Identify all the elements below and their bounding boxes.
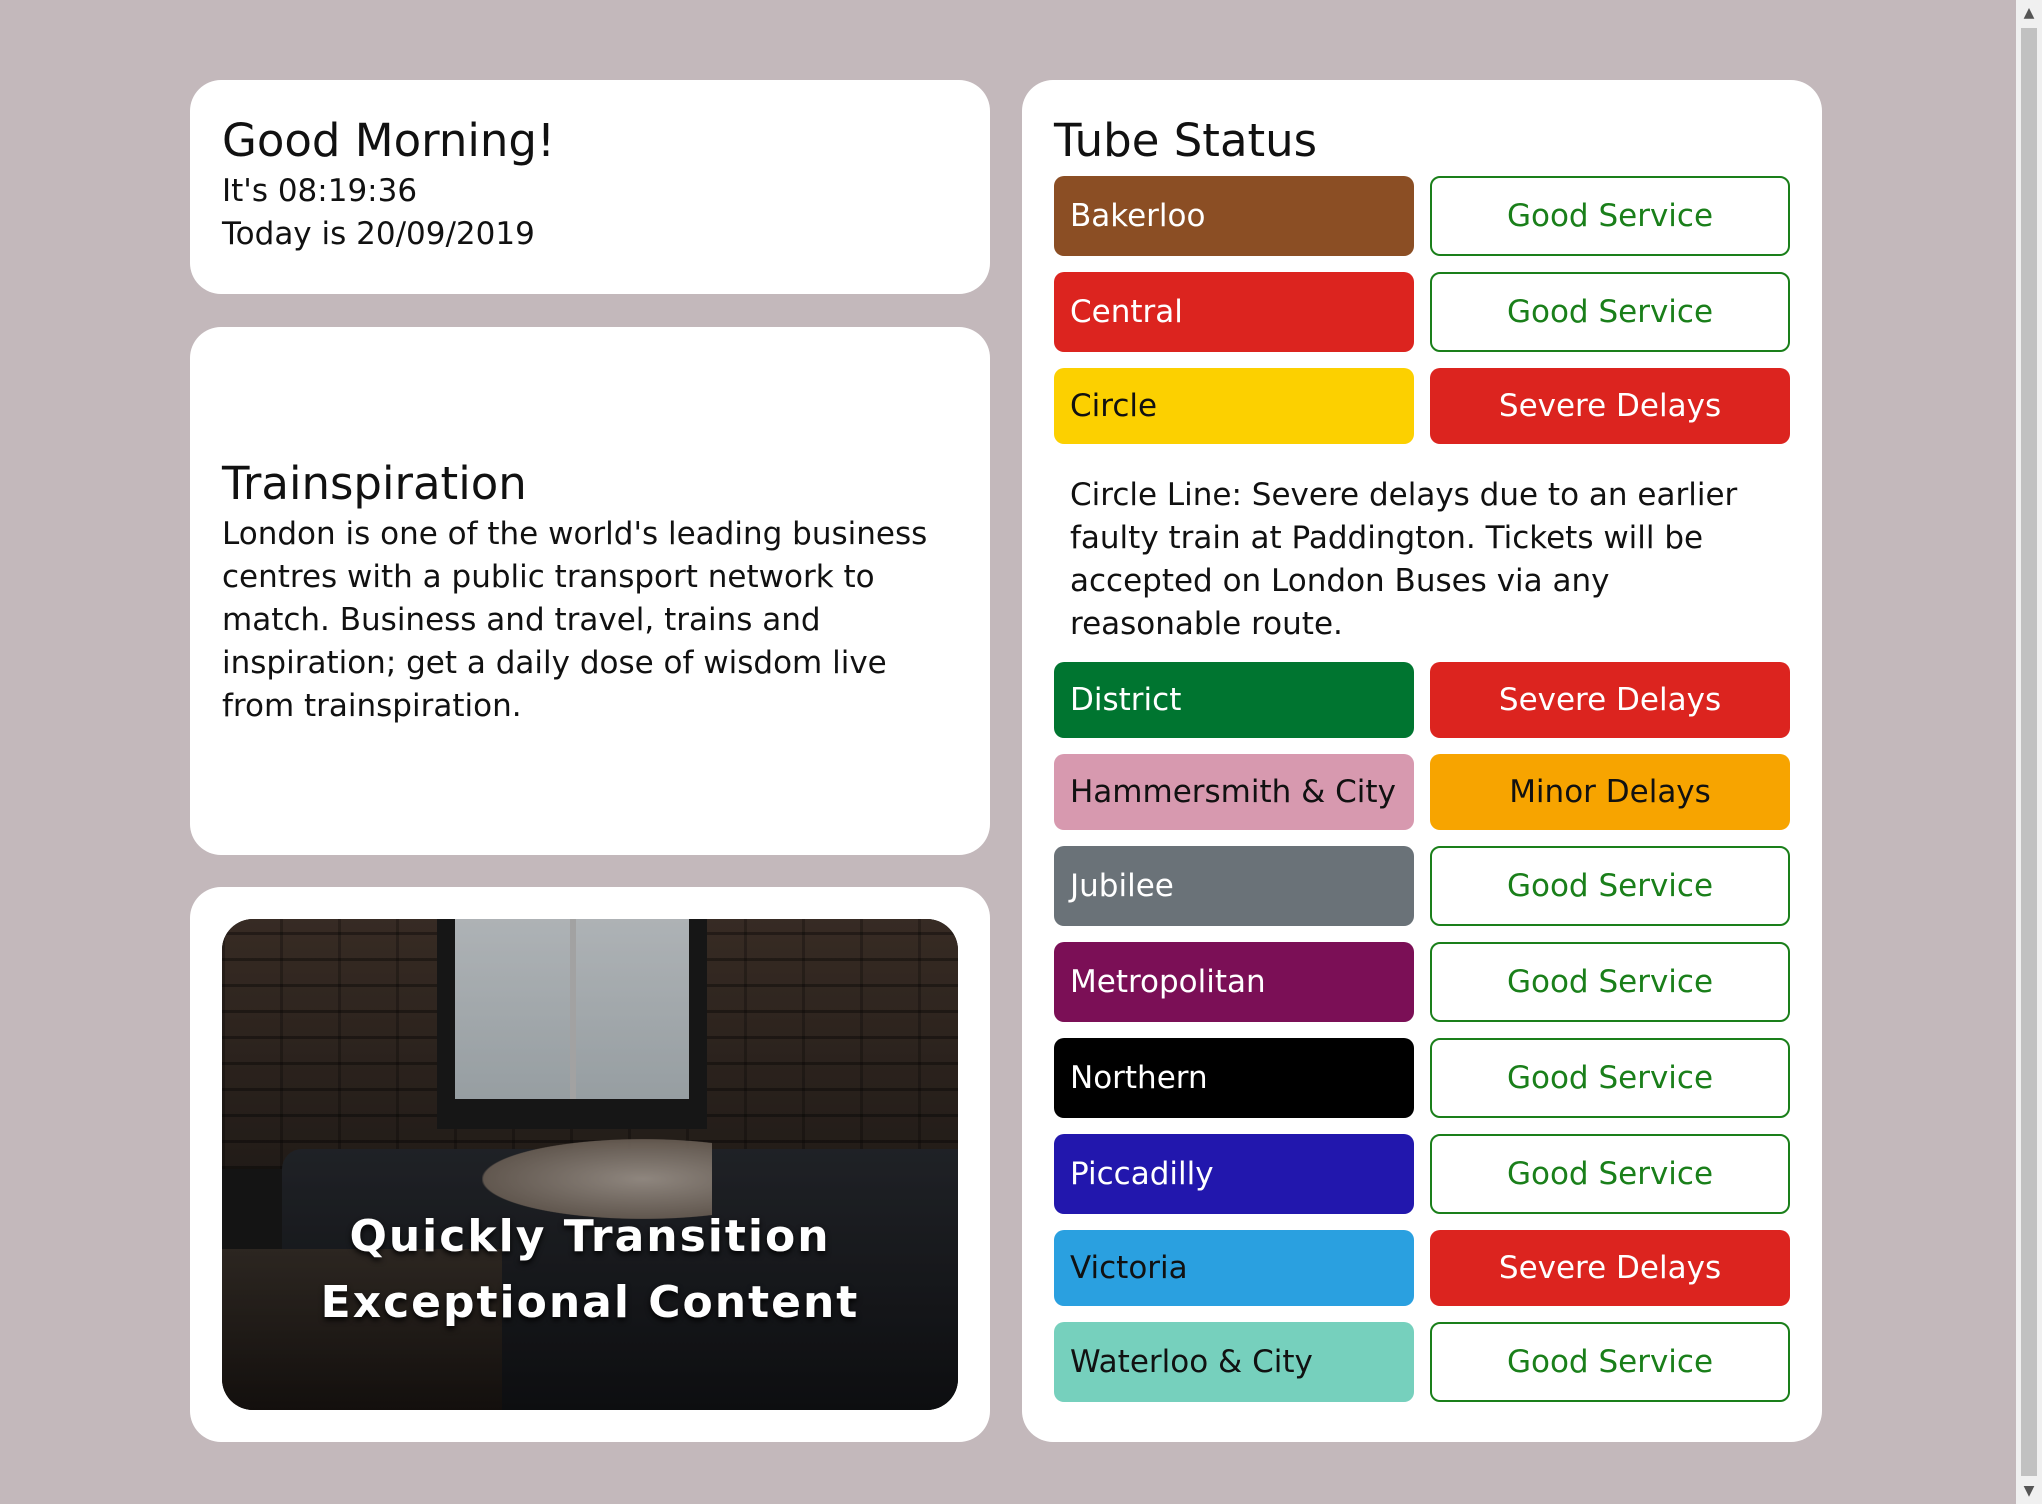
caption-line-2: Exceptional Content bbox=[320, 1277, 860, 1328]
tube-line-name: Hammersmith & City bbox=[1054, 754, 1414, 830]
current-date: Today is 20/09/2019 bbox=[222, 216, 535, 252]
tube-line-row: Piccadilly Good Service bbox=[1054, 1134, 1790, 1214]
tube-line-name: Jubilee bbox=[1054, 846, 1414, 926]
tube-line-name: Circle bbox=[1054, 368, 1414, 444]
tube-line-list: Bakerloo Good Service Central Good Service C… bbox=[1054, 176, 1790, 1402]
tube-line-row: Waterloo & City Good Service bbox=[1054, 1322, 1790, 1402]
caption-line-1: Quickly Transition bbox=[349, 1211, 831, 1262]
tube-line-row: Central Good Service bbox=[1054, 272, 1790, 352]
tube-line-name: Victoria bbox=[1054, 1230, 1414, 1306]
tube-line-status[interactable]: Good Service bbox=[1430, 846, 1790, 926]
tube-line-row: Hammersmith & City Minor Delays bbox=[1054, 754, 1790, 830]
tube-line-status[interactable]: Good Service bbox=[1430, 1322, 1790, 1402]
inspiration-body: London is one of the world's leading bus… bbox=[222, 515, 928, 724]
greeting-card: Good Morning! It's 08:19:36 Today is 20/… bbox=[190, 80, 990, 294]
tube-line-row: Bakerloo Good Service bbox=[1054, 176, 1790, 256]
inspiration-photo: Quickly Transition Exceptional Content bbox=[222, 919, 958, 1410]
disruption-details: Circle Line: Severe delays due to an ear… bbox=[1070, 477, 1738, 642]
tube-line-name: Central bbox=[1054, 272, 1414, 352]
tube-line-row: District Severe Delays bbox=[1054, 662, 1790, 738]
scrollbar-thumb[interactable] bbox=[2021, 28, 2037, 1476]
tube-line-status[interactable]: Severe Delays bbox=[1430, 662, 1790, 738]
scroll-up-arrow-icon[interactable]: ▲ bbox=[2016, 0, 2042, 26]
tube-line-status[interactable]: Severe Delays bbox=[1430, 368, 1790, 444]
tube-line-row: Circle Severe Delays bbox=[1054, 368, 1790, 444]
image-card: Quickly Transition Exceptional Content bbox=[190, 887, 990, 1442]
page-scrollbar[interactable]: ▲ ▼ bbox=[2016, 0, 2042, 1504]
tube-line-row: Jubilee Good Service bbox=[1054, 846, 1790, 926]
greeting-title: Good Morning! bbox=[222, 114, 556, 167]
tube-line-name: Bakerloo bbox=[1054, 176, 1414, 256]
tube-line-row: Northern Good Service bbox=[1054, 1038, 1790, 1118]
inspiration-card: Trainspiration London is one of the worl… bbox=[190, 327, 990, 855]
tube-line-name: Piccadilly bbox=[1054, 1134, 1414, 1214]
tube-line-status[interactable]: Minor Delays bbox=[1430, 754, 1790, 830]
tube-line-status[interactable]: Good Service bbox=[1430, 176, 1790, 256]
tube-status-card: Tube Status Bakerloo Good Service Central G… bbox=[1022, 80, 1822, 1442]
scroll-down-arrow-icon[interactable]: ▼ bbox=[2016, 1478, 2042, 1504]
tube-line-name: District bbox=[1054, 662, 1414, 738]
inspiration-title: Trainspiration bbox=[222, 456, 527, 510]
tube-status-title: Tube Status bbox=[1054, 114, 1318, 167]
tube-line-name: Metropolitan bbox=[1054, 942, 1414, 1022]
tube-line-status[interactable]: Good Service bbox=[1430, 1038, 1790, 1118]
tube-line-status[interactable]: Severe Delays bbox=[1430, 1230, 1790, 1306]
tube-line-name: Waterloo & City bbox=[1054, 1322, 1414, 1402]
tube-line-row: Metropolitan Good Service bbox=[1054, 942, 1790, 1022]
tube-line-name: Northern bbox=[1054, 1038, 1414, 1118]
tube-line-status[interactable]: Good Service bbox=[1430, 1134, 1790, 1214]
photo-caption: Quickly Transition Exceptional Content bbox=[222, 1204, 958, 1336]
tube-line-status[interactable]: Good Service bbox=[1430, 272, 1790, 352]
current-time: It's 08:19:36 bbox=[222, 173, 418, 209]
tube-line-status[interactable]: Good Service bbox=[1430, 942, 1790, 1022]
tube-line-row: Victoria Severe Delays bbox=[1054, 1230, 1790, 1306]
